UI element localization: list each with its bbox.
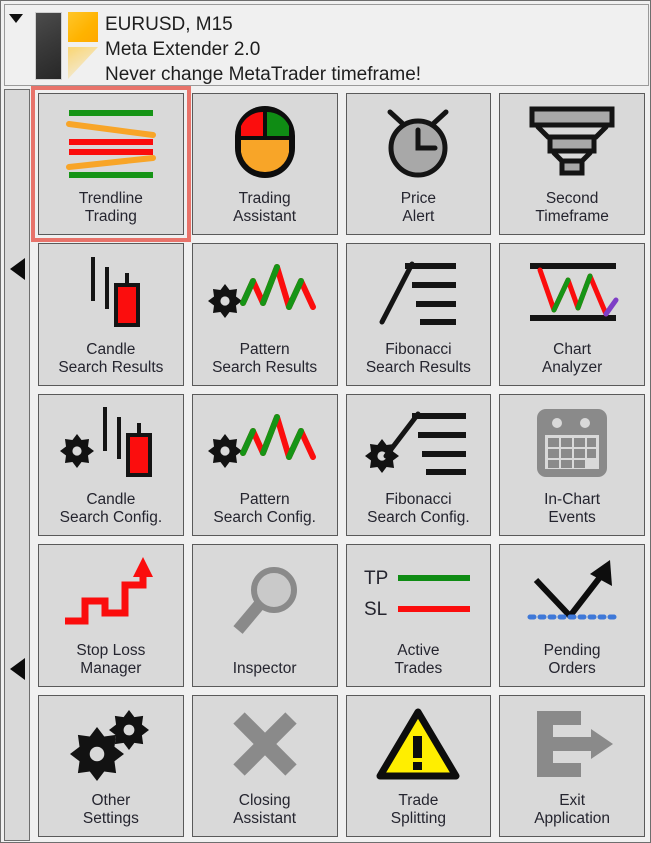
tool-cell-in-chart-events: In-Chart Events	[495, 390, 649, 540]
tool-button-in-chart-events[interactable]: In-Chart Events	[499, 393, 645, 537]
caret-left-icon-bottom[interactable]	[10, 658, 25, 680]
close-x-icon	[193, 696, 337, 792]
magnifier-icon	[193, 545, 337, 659]
tool-button-trading-assistant[interactable]: Trading Assistant	[191, 93, 338, 236]
tool-label-trade-splitting: Trade Splitting	[390, 791, 446, 827]
tool-cell-trendline-trading: Trendline Trading	[31, 85, 191, 243]
tool-button-price-alert[interactable]: Price Alert	[345, 93, 492, 236]
calendar-icon	[500, 395, 644, 491]
staircase-arrow-icon	[39, 545, 183, 641]
chevron-down-icon	[9, 14, 23, 23]
collapse-panel-button[interactable]	[5, 5, 27, 85]
tool-label-chart-analyzer: Chart Analyzer	[541, 340, 603, 376]
tool-label-in-chart-events: In-Chart Events	[544, 491, 601, 527]
svg-text:SL: SL	[364, 599, 387, 620]
pending-arrow-icon	[500, 545, 644, 641]
tool-label-active-trades: Active Trades	[394, 641, 443, 677]
alarm-clock-icon	[347, 94, 491, 190]
tool-cell-closing-assistant: Closing Assistant	[188, 691, 342, 841]
tool-label-candle-search-config: Candle Search Config.	[59, 491, 163, 527]
tool-label-stop-loss-manager: Stop Loss Manager	[76, 641, 146, 677]
meta-extender-logo	[27, 9, 99, 83]
tool-button-chart-analyzer[interactable]: Chart Analyzer	[499, 243, 645, 386]
logo-dark-bar	[35, 12, 62, 80]
tool-button-pattern-search-results[interactable]: Pattern Search Results	[191, 243, 338, 386]
tool-cell-trading-assistant: Trading Assistant	[188, 89, 342, 239]
tool-button-trade-splitting[interactable]: Trade Splitting	[345, 694, 492, 837]
tool-button-candle-search-config[interactable]: Candle Search Config.	[38, 393, 184, 537]
tool-label-closing-assistant: Closing Assistant	[233, 791, 297, 827]
tool-cell-pattern-search-config: Pattern Search Config.	[188, 390, 342, 540]
exit-icon	[500, 696, 644, 792]
tool-cell-stop-loss-manager: Stop Loss Manager	[34, 540, 188, 690]
tool-button-other-settings[interactable]: Other Settings	[38, 694, 184, 837]
tool-label-fibonacci-search-config: Fibonacci Search Config.	[367, 491, 470, 527]
tool-label-price-alert: Price Alert	[400, 190, 437, 226]
tool-button-exit-application[interactable]: Exit Application	[499, 694, 645, 837]
funnel-icon	[500, 94, 644, 190]
tool-cell-pattern-search-results: Pattern Search Results	[188, 239, 342, 389]
tool-cell-other-settings: Other Settings	[34, 691, 188, 841]
tool-label-second-timeframe: Second Timeframe	[535, 190, 609, 226]
tool-cell-exit-application: Exit Application	[495, 691, 649, 841]
tool-label-other-settings: Other Settings	[82, 791, 139, 827]
tool-label-candle-search-results: Candle Search Results	[58, 340, 164, 376]
logo-yellow-triangle	[68, 47, 98, 79]
tool-label-exit-application: Exit Application	[534, 791, 611, 827]
tool-button-inspector[interactable]: Inspector	[191, 544, 338, 687]
tool-cell-chart-analyzer: Chart Analyzer	[495, 239, 649, 389]
zigzag-gear-icon	[193, 395, 337, 491]
product-name-label: Meta Extender 2.0	[105, 39, 261, 60]
tool-button-pending-orders[interactable]: Pending Orders	[499, 544, 645, 687]
candlestick-icon	[39, 244, 183, 340]
tool-cell-trade-splitting: Trade Splitting	[342, 691, 496, 841]
panel-header: EURUSD, M15 Meta Extender 2.0 Never chan…	[4, 4, 649, 86]
header-text-block: EURUSD, M15 Meta Extender 2.0 Never chan…	[99, 5, 421, 87]
fibonacci-icon	[347, 244, 491, 340]
tool-cell-pending-orders: Pending Orders	[495, 540, 649, 690]
zigzag-gear-icon	[193, 244, 337, 340]
tool-button-pattern-search-config[interactable]: Pattern Search Config.	[191, 393, 338, 537]
tool-cell-candle-search-results: Candle Search Results	[34, 239, 188, 389]
chart-analyzer-icon	[500, 244, 644, 340]
svg-text:TP: TP	[364, 568, 388, 589]
tp-sl-legend-icon: TP SL	[347, 545, 491, 641]
tool-button-fibonacci-search-results[interactable]: Fibonacci Search Results	[345, 243, 492, 386]
tool-cell-candle-search-config: Candle Search Config.	[34, 390, 188, 540]
left-rail	[4, 89, 30, 841]
tool-button-stop-loss-manager[interactable]: Stop Loss Manager	[38, 544, 184, 687]
warning-label: Never change MetaTrader timeframe!	[105, 64, 422, 85]
gears-icon	[39, 696, 183, 792]
tool-label-inspector: Inspector	[232, 659, 297, 677]
tool-grid: Trendline Trading Trading Assistant Pric…	[31, 85, 649, 841]
tool-cell-second-timeframe: Second Timeframe	[495, 89, 649, 239]
tool-button-second-timeframe[interactable]: Second Timeframe	[499, 93, 645, 236]
tool-cell-price-alert: Price Alert	[342, 89, 496, 239]
trendline-icon	[39, 94, 183, 190]
fibonacci-gear-icon	[347, 395, 491, 491]
symbol-timeframe-label: EURUSD, M15	[105, 14, 233, 35]
tool-cell-fibonacci-search-results: Fibonacci Search Results	[342, 239, 496, 389]
mouse-icon	[193, 94, 337, 190]
logo-yellow-square	[68, 12, 98, 42]
tool-label-trendline-trading: Trendline Trading	[78, 190, 143, 226]
tool-button-fibonacci-search-config[interactable]: Fibonacci Search Config.	[345, 393, 492, 537]
tool-button-candle-search-results[interactable]: Candle Search Results	[38, 243, 184, 386]
tool-button-closing-assistant[interactable]: Closing Assistant	[191, 694, 338, 837]
tool-cell-fibonacci-search-config: Fibonacci Search Config.	[342, 390, 496, 540]
tool-label-pattern-search-config: Pattern Search Config.	[213, 491, 316, 527]
tool-button-trendline-trading[interactable]: Trendline Trading	[31, 85, 191, 243]
tool-cell-inspector: Inspector	[188, 540, 342, 690]
tool-label-trading-assistant: Trading Assistant	[233, 190, 297, 226]
tool-cell-active-trades: TP SL Active Trades	[342, 540, 496, 690]
candlestick-gear-icon	[39, 395, 183, 491]
tool-button-active-trades[interactable]: TP SL Active Trades	[345, 544, 492, 687]
tool-label-pending-orders: Pending Orders	[543, 641, 601, 677]
meta-extender-panel: EURUSD, M15 Meta Extender 2.0 Never chan…	[0, 0, 651, 843]
tool-label-fibonacci-search-results: Fibonacci Search Results	[365, 340, 471, 376]
caret-left-icon-top[interactable]	[10, 258, 25, 280]
tool-label-pattern-search-results: Pattern Search Results	[212, 340, 318, 376]
warning-triangle-icon	[347, 696, 491, 792]
